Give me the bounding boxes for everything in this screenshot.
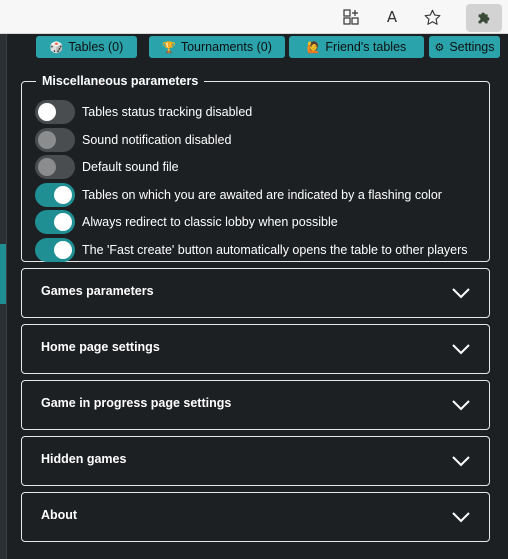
- chevron-down-icon[interactable]: [451, 510, 471, 524]
- section-title: Hidden games: [41, 452, 127, 466]
- section-title: Home page settings: [41, 340, 160, 354]
- friends-tables-button-label: Friend's tables: [325, 40, 407, 54]
- toggle-knob: [38, 131, 56, 149]
- tournaments-button[interactable]: 🏆 Tournaments (0): [149, 36, 285, 58]
- miscellaneous-parameters-title: Miscellaneous parameters: [42, 74, 199, 88]
- settings-button[interactable]: ⚙ Settings: [429, 36, 500, 58]
- section-title: About: [41, 508, 78, 522]
- status-tracking-label: Tables status tracking disabled: [82, 105, 253, 119]
- apps-add-icon[interactable]: [340, 6, 362, 28]
- toggle-knob: [54, 213, 72, 231]
- favorite-star-icon[interactable]: [421, 6, 443, 28]
- fast-create-label: The 'Fast create' button automatically o…: [82, 243, 468, 257]
- chevron-down-icon[interactable]: [451, 342, 471, 356]
- toggle-knob: [54, 241, 72, 259]
- section-about[interactable]: About: [21, 492, 490, 542]
- sound-notification-toggle[interactable]: [35, 128, 75, 152]
- classic-lobby-toggle[interactable]: [35, 210, 75, 234]
- dice-icon: 🎲: [49, 40, 64, 54]
- friends-tables-button[interactable]: 🙋 Friend's tables: [289, 36, 424, 58]
- toggle-knob: [54, 186, 72, 204]
- option-default-sound: Default sound file: [35, 155, 485, 179]
- section-home-page-settings[interactable]: Home page settings: [21, 324, 490, 374]
- settings-popup: 🎲 Tables (0) 🏆 Tournaments (0) 🙋 Friend'…: [6, 34, 508, 559]
- tournaments-button-label: Tournaments (0): [180, 40, 272, 54]
- classic-lobby-label: Always redirect to classic lobby when po…: [82, 215, 338, 229]
- settings-button-label: Settings: [449, 40, 495, 54]
- option-sound-notification: Sound notification disabled: [35, 128, 485, 152]
- popup-nav: 🎲 Tables (0) 🏆 Tournaments (0) 🙋 Friend'…: [7, 34, 508, 60]
- section-title: Game in progress page settings: [41, 396, 232, 410]
- option-classic-lobby: Always redirect to classic lobby when po…: [35, 210, 485, 234]
- browser-toolbar: A: [0, 0, 508, 34]
- option-fast-create: The 'Fast create' button automatically o…: [35, 238, 485, 262]
- extension-puzzle-icon[interactable]: [466, 4, 502, 32]
- section-title: Games parameters: [41, 284, 154, 298]
- flashing-color-toggle[interactable]: [35, 183, 75, 207]
- default-sound-label: Default sound file: [82, 160, 179, 174]
- read-aloud-glyph: A: [386, 8, 398, 26]
- gear-icon: ⚙: [434, 40, 445, 54]
- status-tracking-toggle[interactable]: [35, 100, 75, 124]
- sound-notification-label: Sound notification disabled: [82, 133, 232, 147]
- section-game-in-progress-settings[interactable]: Game in progress page settings: [21, 380, 490, 430]
- read-aloud-icon[interactable]: A: [381, 6, 403, 28]
- trophy-icon: 🏆: [162, 40, 176, 54]
- option-flashing-color: Tables on which you are awaited are indi…: [35, 183, 485, 207]
- option-status-tracking: Tables status tracking disabled: [35, 100, 485, 124]
- fast-create-toggle[interactable]: [35, 238, 75, 262]
- section-games-parameters[interactable]: Games parameters: [21, 268, 490, 318]
- chevron-down-icon[interactable]: [451, 286, 471, 300]
- default-sound-toggle[interactable]: [35, 155, 75, 179]
- chevron-down-icon[interactable]: [451, 454, 471, 468]
- raised-hand-icon: 🙋: [306, 40, 321, 54]
- toggle-knob: [38, 158, 56, 176]
- tables-button[interactable]: 🎲 Tables (0): [36, 36, 137, 58]
- flashing-color-label: Tables on which you are awaited are indi…: [82, 188, 442, 202]
- section-hidden-games[interactable]: Hidden games: [21, 436, 490, 486]
- miscellaneous-parameters-panel: Miscellaneous parameters Tables status t…: [21, 74, 490, 262]
- toggle-knob: [38, 103, 56, 121]
- chevron-down-icon[interactable]: [451, 398, 471, 412]
- tables-button-label: Tables (0): [68, 40, 124, 54]
